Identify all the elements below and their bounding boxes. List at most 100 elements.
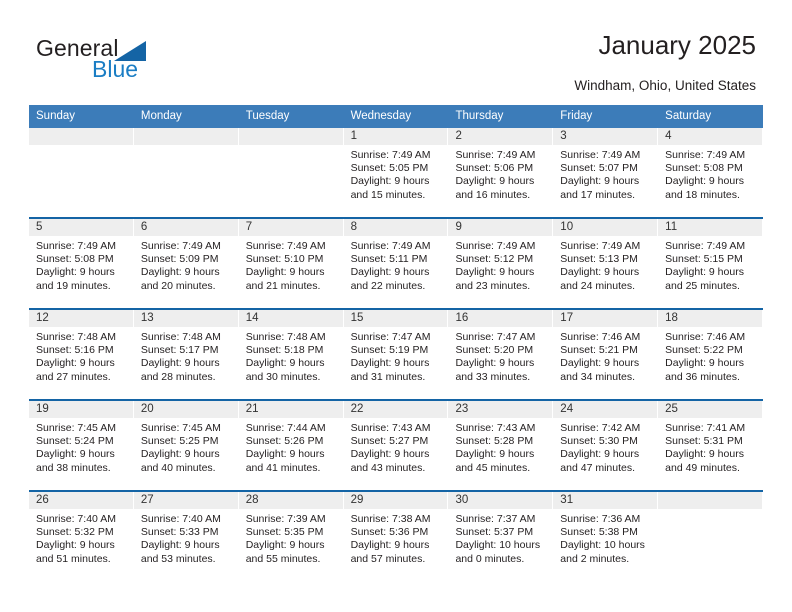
calendar-day-cell[interactable]: 12 Sunrise: 7:48 AM Sunset: 5:16 PM Dayligh… bbox=[29, 310, 134, 399]
calendar-page: General Blue January 2025 Windham, Ohio,… bbox=[0, 0, 792, 612]
day-details bbox=[658, 509, 762, 513]
page-header: General Blue January 2025 Windham, Ohio,… bbox=[0, 0, 792, 93]
general-blue-logo[interactable]: General Blue bbox=[36, 36, 196, 84]
day-detail-line: and 20 minutes. bbox=[140, 279, 216, 292]
calendar-day-cell[interactable]: 28 Sunrise: 7:39 AM Sunset: 5:35 PM Dayligh… bbox=[238, 492, 344, 581]
day-number: 26 bbox=[29, 492, 133, 509]
day-detail-line: Sunrise: 7:43 AM bbox=[350, 422, 431, 434]
day-detail-line: Sunrise: 7:45 AM bbox=[140, 422, 221, 434]
day-detail-line: Sunrise: 7:43 AM bbox=[455, 422, 536, 434]
day-detail-line: Daylight: 9 hours bbox=[245, 448, 325, 461]
day-detail-line: Sunrise: 7:49 AM bbox=[665, 149, 746, 161]
day-detail-line: Daylight: 9 hours bbox=[455, 448, 535, 461]
day-detail-line: and 30 minutes. bbox=[245, 370, 321, 383]
day-detail-line: and 24 minutes. bbox=[560, 279, 636, 292]
calendar-day-cell[interactable]: 11 Sunrise: 7:49 AM Sunset: 5:15 PM Dayligh… bbox=[658, 219, 764, 308]
day-detail-line: and 34 minutes. bbox=[560, 370, 636, 383]
day-detail-line: and 19 minutes. bbox=[36, 279, 111, 292]
calendar-day-cell[interactable]: 9 Sunrise: 7:49 AM Sunset: 5:12 PM Daylight… bbox=[448, 219, 554, 308]
day-detail-line: Daylight: 9 hours bbox=[36, 357, 115, 370]
day-detail-line: Daylight: 9 hours bbox=[245, 266, 325, 279]
day-detail-line: Daylight: 9 hours bbox=[665, 266, 744, 279]
calendar-day-cell[interactable]: 24 Sunrise: 7:42 AM Sunset: 5:30 PM Dayligh… bbox=[553, 401, 659, 490]
calendar-day-cell[interactable]: 2 Sunrise: 7:49 AM Sunset: 5:06 PM Daylight… bbox=[448, 128, 554, 217]
day-number bbox=[658, 492, 763, 509]
day-details: Sunrise: 7:40 AM Sunset: 5:33 PM Daylight:… bbox=[134, 509, 238, 566]
calendar-day-cell[interactable]: 29 Sunrise: 7:38 AM Sunset: 5:36 PM Dayligh… bbox=[343, 492, 449, 581]
calendar-day-cell[interactable]: 14 Sunrise: 7:48 AM Sunset: 5:18 PM Dayligh… bbox=[238, 310, 344, 399]
day-detail-line: Sunset: 5:13 PM bbox=[560, 253, 638, 266]
day-detail-line: Daylight: 9 hours bbox=[140, 448, 220, 461]
calendar-day-cell[interactable]: 30 Sunrise: 7:37 AM Sunset: 5:37 PM Dayligh… bbox=[448, 492, 554, 581]
calendar-day-cell[interactable]: 7 Sunrise: 7:49 AM Sunset: 5:10 PM Daylight… bbox=[238, 219, 344, 308]
day-detail-line: Sunrise: 7:38 AM bbox=[350, 513, 431, 525]
calendar-day-cell[interactable]: 27 Sunrise: 7:40 AM Sunset: 5:33 PM Dayligh… bbox=[133, 492, 239, 581]
calendar-day-cell[interactable]: 18 Sunrise: 7:46 AM Sunset: 5:22 PM Dayligh… bbox=[658, 310, 764, 399]
day-detail-line: Daylight: 9 hours bbox=[350, 357, 430, 370]
day-detail-line: Sunset: 5:19 PM bbox=[350, 344, 429, 357]
day-detail-line: Daylight: 9 hours bbox=[350, 539, 430, 552]
calendar-day-cell[interactable]: 22 Sunrise: 7:43 AM Sunset: 5:27 PM Dayligh… bbox=[343, 401, 449, 490]
day-number: 28 bbox=[238, 492, 343, 509]
day-details: Sunrise: 7:43 AM Sunset: 5:27 PM Daylight:… bbox=[344, 418, 448, 475]
day-number bbox=[238, 128, 343, 145]
day-detail-line: Daylight: 9 hours bbox=[560, 266, 640, 279]
day-number: 13 bbox=[133, 310, 238, 327]
day-number: 12 bbox=[29, 310, 133, 327]
day-detail-line: Sunset: 5:16 PM bbox=[36, 344, 114, 357]
calendar-day-cell[interactable]: 20 Sunrise: 7:45 AM Sunset: 5:25 PM Dayligh… bbox=[133, 401, 239, 490]
day-details: Sunrise: 7:49 AM Sunset: 5:06 PM Daylight:… bbox=[448, 145, 552, 202]
day-detail-line: Daylight: 10 hours bbox=[455, 539, 541, 552]
day-detail-line: Sunset: 5:15 PM bbox=[665, 253, 743, 266]
day-detail-line: and 57 minutes. bbox=[350, 552, 426, 565]
calendar-day-cell[interactable]: 3 Sunrise: 7:49 AM Sunset: 5:07 PM Daylight… bbox=[553, 128, 659, 217]
day-detail-line: and 33 minutes. bbox=[455, 370, 531, 383]
calendar-day-cell[interactable]: 16 Sunrise: 7:47 AM Sunset: 5:20 PM Dayligh… bbox=[448, 310, 554, 399]
day-detail-line: Daylight: 9 hours bbox=[36, 448, 115, 461]
calendar-day-cell[interactable]: 4 Sunrise: 7:49 AM Sunset: 5:08 PM Daylight… bbox=[658, 128, 764, 217]
day-detail-line: Sunset: 5:32 PM bbox=[36, 526, 114, 539]
calendar-day-cell[interactable]: 21 Sunrise: 7:44 AM Sunset: 5:26 PM Dayligh… bbox=[238, 401, 344, 490]
calendar-day-cell[interactable]: 6 Sunrise: 7:49 AM Sunset: 5:09 PM Daylight… bbox=[133, 219, 239, 308]
calendar-day-cell[interactable]: 26 Sunrise: 7:40 AM Sunset: 5:32 PM Dayligh… bbox=[29, 492, 134, 581]
day-details: Sunrise: 7:44 AM Sunset: 5:26 PM Daylight:… bbox=[239, 418, 343, 475]
day-number: 11 bbox=[658, 219, 763, 236]
day-detail-line: Sunrise: 7:48 AM bbox=[245, 331, 326, 343]
day-number: 5 bbox=[29, 219, 133, 236]
day-detail-line: Sunrise: 7:49 AM bbox=[560, 240, 641, 252]
day-details: Sunrise: 7:49 AM Sunset: 5:15 PM Daylight:… bbox=[658, 236, 762, 293]
day-details bbox=[29, 145, 133, 149]
calendar-day-cell[interactable]: 15 Sunrise: 7:47 AM Sunset: 5:19 PM Dayligh… bbox=[343, 310, 449, 399]
calendar-day-cell[interactable]: 25 Sunrise: 7:41 AM Sunset: 5:31 PM Dayligh… bbox=[658, 401, 764, 490]
calendar-day-cell[interactable]: 1 Sunrise: 7:49 AM Sunset: 5:05 PM Daylight… bbox=[343, 128, 449, 217]
day-details: Sunrise: 7:49 AM Sunset: 5:08 PM Daylight:… bbox=[29, 236, 133, 293]
calendar-day-cell[interactable]: 19 Sunrise: 7:45 AM Sunset: 5:24 PM Dayligh… bbox=[29, 401, 134, 490]
day-number: 7 bbox=[238, 219, 343, 236]
day-detail-line: Sunset: 5:17 PM bbox=[140, 344, 219, 357]
day-details: Sunrise: 7:49 AM Sunset: 5:07 PM Daylight:… bbox=[553, 145, 657, 202]
calendar-day-cell[interactable]: 5 Sunrise: 7:49 AM Sunset: 5:08 PM Daylight… bbox=[29, 219, 134, 308]
day-detail-line: Sunset: 5:35 PM bbox=[245, 526, 324, 539]
day-detail-line: and 53 minutes. bbox=[140, 552, 216, 565]
day-detail-line: Sunrise: 7:47 AM bbox=[350, 331, 431, 343]
calendar-day-cell[interactable]: 23 Sunrise: 7:43 AM Sunset: 5:28 PM Dayligh… bbox=[448, 401, 554, 490]
calendar-day-cell[interactable]: 13 Sunrise: 7:48 AM Sunset: 5:17 PM Dayligh… bbox=[133, 310, 239, 399]
calendar-day-cell[interactable]: 31 Sunrise: 7:36 AM Sunset: 5:38 PM Dayligh… bbox=[553, 492, 659, 581]
day-detail-line: Daylight: 9 hours bbox=[560, 448, 640, 461]
calendar-day-cell[interactable]: 8 Sunrise: 7:49 AM Sunset: 5:11 PM Daylight… bbox=[343, 219, 449, 308]
day-detail-line: and 2 minutes. bbox=[560, 552, 630, 565]
day-detail-line: Sunrise: 7:49 AM bbox=[350, 240, 431, 252]
day-details: Sunrise: 7:36 AM Sunset: 5:38 PM Daylight:… bbox=[553, 509, 657, 566]
day-number: 4 bbox=[658, 128, 763, 145]
day-detail-line: Daylight: 9 hours bbox=[455, 357, 535, 370]
logo-text-blue: Blue bbox=[92, 56, 139, 82]
calendar-day-cell[interactable]: 10 Sunrise: 7:49 AM Sunset: 5:13 PM Dayligh… bbox=[553, 219, 659, 308]
day-detail-line: and 16 minutes. bbox=[455, 188, 531, 201]
day-detail-line: Daylight: 9 hours bbox=[140, 266, 220, 279]
day-detail-line: Sunrise: 7:44 AM bbox=[245, 422, 326, 434]
day-details: Sunrise: 7:46 AM Sunset: 5:21 PM Daylight:… bbox=[553, 327, 657, 384]
calendar-day-cell[interactable]: 17 Sunrise: 7:46 AM Sunset: 5:21 PM Dayligh… bbox=[553, 310, 659, 399]
day-number: 6 bbox=[133, 219, 238, 236]
day-details: Sunrise: 7:49 AM Sunset: 5:08 PM Daylight:… bbox=[658, 145, 762, 202]
day-detail-line: Sunset: 5:18 PM bbox=[245, 344, 324, 357]
